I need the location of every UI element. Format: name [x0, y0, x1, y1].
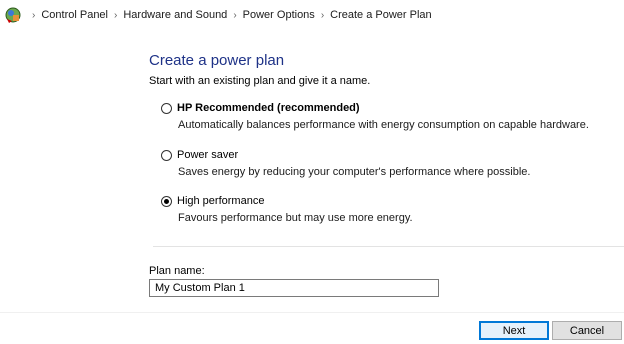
breadcrumb-separator: › [114, 9, 118, 21]
section-divider [153, 246, 624, 247]
breadcrumb-control-panel[interactable]: Control Panel [41, 9, 108, 21]
plan-option-hp-recommended[interactable]: HP Recommended (recommended) Automatical… [161, 100, 589, 131]
footer-divider [0, 312, 624, 313]
breadcrumb: › Control Panel › Hardware and Sound › P… [0, 0, 624, 30]
breadcrumb-power-options[interactable]: Power Options [243, 9, 315, 21]
plan-option-description: Automatically balances performance with … [178, 119, 589, 131]
plan-option-label[interactable]: Power saver [177, 149, 238, 161]
breadcrumb-separator: › [320, 9, 325, 21]
breadcrumb-separator: › [233, 9, 237, 21]
plan-name-label: Plan name: [149, 265, 205, 277]
plan-option-label[interactable]: HP Recommended (recommended) [177, 102, 360, 114]
plan-option-description: Favours performance but may use more ene… [178, 212, 413, 224]
next-button[interactable]: Next [479, 321, 549, 340]
breadcrumb-separator: › [32, 9, 36, 21]
plan-option-label[interactable]: High performance [177, 195, 264, 207]
breadcrumb-hardware-and-sound[interactable]: Hardware and Sound [123, 9, 227, 21]
radio-button[interactable] [161, 149, 172, 161]
plan-name-input[interactable] [149, 279, 439, 297]
radio-button-selected[interactable] [161, 195, 172, 207]
plan-option-power-saver[interactable]: Power saver Saves energy by reducing you… [161, 147, 530, 178]
plan-option-high-performance[interactable]: High performance Favours performance but… [161, 193, 413, 224]
page-title: Create a power plan [149, 52, 285, 69]
page-subtitle: Start with an existing plan and give it … [149, 75, 371, 87]
control-panel-icon[interactable] [4, 6, 22, 24]
breadcrumb-current-page: Create a Power Plan [330, 9, 432, 21]
plan-option-description: Saves energy by reducing your computer's… [178, 166, 531, 178]
radio-button[interactable] [161, 102, 172, 114]
cancel-button[interactable]: Cancel [552, 321, 622, 340]
